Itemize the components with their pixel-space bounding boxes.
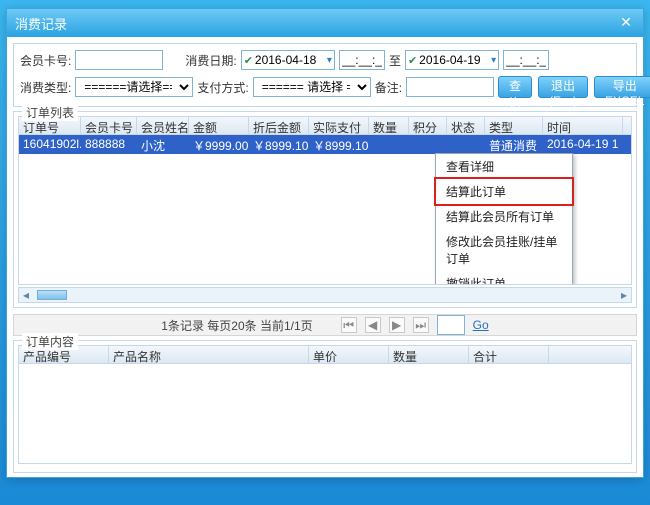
ctx-view-detail[interactable]: 查看详细 — [436, 154, 572, 179]
date-to-picker[interactable]: ✔ ▾ — [405, 50, 499, 70]
to-label: 至 — [389, 52, 401, 69]
order-detail-fieldset: 订单内容 产品编号 产品名称 单价 数量 合计 — [13, 340, 637, 473]
context-menu[interactable]: 查看详细 结算此订单 结算此会员所有订单 修改此会员挂账/挂单订单 撤销此订单 … — [435, 153, 573, 285]
pager-prev-icon[interactable]: ◀ — [365, 317, 381, 333]
check-icon: ✔ — [408, 54, 417, 67]
window-title: 消费记录 — [15, 14, 67, 33]
pay-type-select[interactable]: ====== 请选择 ====== — [253, 77, 371, 97]
consume-type-label: 消费类型: — [20, 79, 71, 96]
chevron-down-icon[interactable]: ▾ — [327, 55, 332, 66]
col-discount-amount[interactable]: 折后金额 — [249, 117, 309, 134]
table-row[interactable]: 16041902l... 888888 小沈 ￥9999.00 ￥8999.10… — [19, 135, 631, 154]
time-to-input[interactable] — [503, 50, 549, 70]
filter-panel: 会员卡号: 消费日期: ✔ ▾ 至 ✔ ▾ 消费类型: ======请选择===… — [13, 43, 637, 107]
close-icon[interactable]: ✕ — [617, 14, 635, 32]
order-detail-header: 产品编号 产品名称 单价 数量 合计 — [18, 345, 632, 364]
scroll-right-icon[interactable]: ▸ — [617, 288, 631, 302]
ctx-settle-order[interactable]: 结算此订单 — [434, 177, 574, 206]
pager-last-icon[interactable]: ⏭ — [413, 317, 429, 333]
order-list-fieldset: 订单列表 订单号 会员卡号 会员姓名 金额 折后金额 实际支付 数量 积分 状态… — [13, 111, 637, 308]
order-list-header: 订单号 会员卡号 会员姓名 金额 折后金额 实际支付 数量 积分 状态 类型 时… — [18, 116, 632, 135]
hscrollbar[interactable]: ◂ ▸ — [18, 287, 632, 303]
query-button[interactable]: 查询 — [498, 76, 532, 98]
col-type[interactable]: 类型 — [485, 117, 543, 134]
ctx-revoke[interactable]: 撤销此订单 — [436, 271, 572, 285]
date-from-picker[interactable]: ✔ ▾ — [241, 50, 335, 70]
order-list-title: 订单列表 — [22, 104, 78, 121]
order-detail-title: 订单内容 — [22, 333, 78, 350]
member-card-input[interactable] — [75, 50, 163, 70]
exit-button[interactable]: 退出(Esc) — [538, 76, 588, 98]
consumption-record-window: 消费记录 ✕ 会员卡号: 消费日期: ✔ ▾ 至 ✔ ▾ 消费类型: — [6, 8, 644, 478]
time-from-input[interactable] — [339, 50, 385, 70]
ctx-settle-all[interactable]: 结算此会员所有订单 — [436, 204, 572, 229]
pay-type-label: 支付方式: — [197, 79, 248, 96]
order-list-body[interactable]: 16041902l... 888888 小沈 ￥9999.00 ￥8999.10… — [18, 135, 632, 285]
remark-label: 备注: — [375, 79, 402, 96]
chevron-down-icon[interactable]: ▾ — [491, 55, 496, 66]
remark-input[interactable] — [406, 77, 494, 97]
check-icon: ✔ — [244, 54, 253, 67]
pager-text: 1条记录 每页20条 当前1/1页 — [161, 317, 312, 334]
col-card-no[interactable]: 会员卡号 — [81, 117, 137, 134]
pager-next-icon[interactable]: ▶ — [389, 317, 405, 333]
col-status[interactable]: 状态 — [447, 117, 485, 134]
col-amount[interactable]: 金额 — [189, 117, 249, 134]
export-excel-button[interactable]: 导出EXCEL — [594, 76, 650, 98]
consume-type-select[interactable]: ======请选择====== — [75, 77, 193, 97]
dcol-price[interactable]: 单价 — [309, 346, 389, 363]
col-qty[interactable]: 数量 — [369, 117, 409, 134]
titlebar[interactable]: 消费记录 ✕ — [7, 9, 643, 37]
member-card-label: 会员卡号: — [20, 52, 71, 69]
dcol-product-name[interactable]: 产品名称 — [109, 346, 309, 363]
pager-first-icon[interactable]: ⏮ — [341, 317, 357, 333]
date-from-input[interactable] — [255, 53, 325, 67]
date-label: 消费日期: — [185, 52, 236, 69]
scroll-thumb[interactable] — [37, 290, 67, 300]
dcol-total[interactable]: 合计 — [469, 346, 549, 363]
scroll-left-icon[interactable]: ◂ — [19, 288, 33, 302]
pager: 1条记录 每页20条 当前1/1页 ⏮ ◀ ▶ ⏭ Go — [13, 314, 637, 336]
col-points[interactable]: 积分 — [409, 117, 447, 134]
col-paid[interactable]: 实际支付 — [309, 117, 369, 134]
col-name[interactable]: 会员姓名 — [137, 117, 189, 134]
col-time[interactable]: 时间 — [543, 117, 623, 134]
pager-page-input[interactable] — [437, 315, 465, 335]
pager-go-link[interactable]: Go — [473, 318, 489, 332]
dcol-qty[interactable]: 数量 — [389, 346, 469, 363]
order-detail-body[interactable] — [18, 364, 632, 464]
date-to-input[interactable] — [419, 53, 489, 67]
ctx-modify-credit[interactable]: 修改此会员挂账/挂单订单 — [436, 229, 572, 271]
